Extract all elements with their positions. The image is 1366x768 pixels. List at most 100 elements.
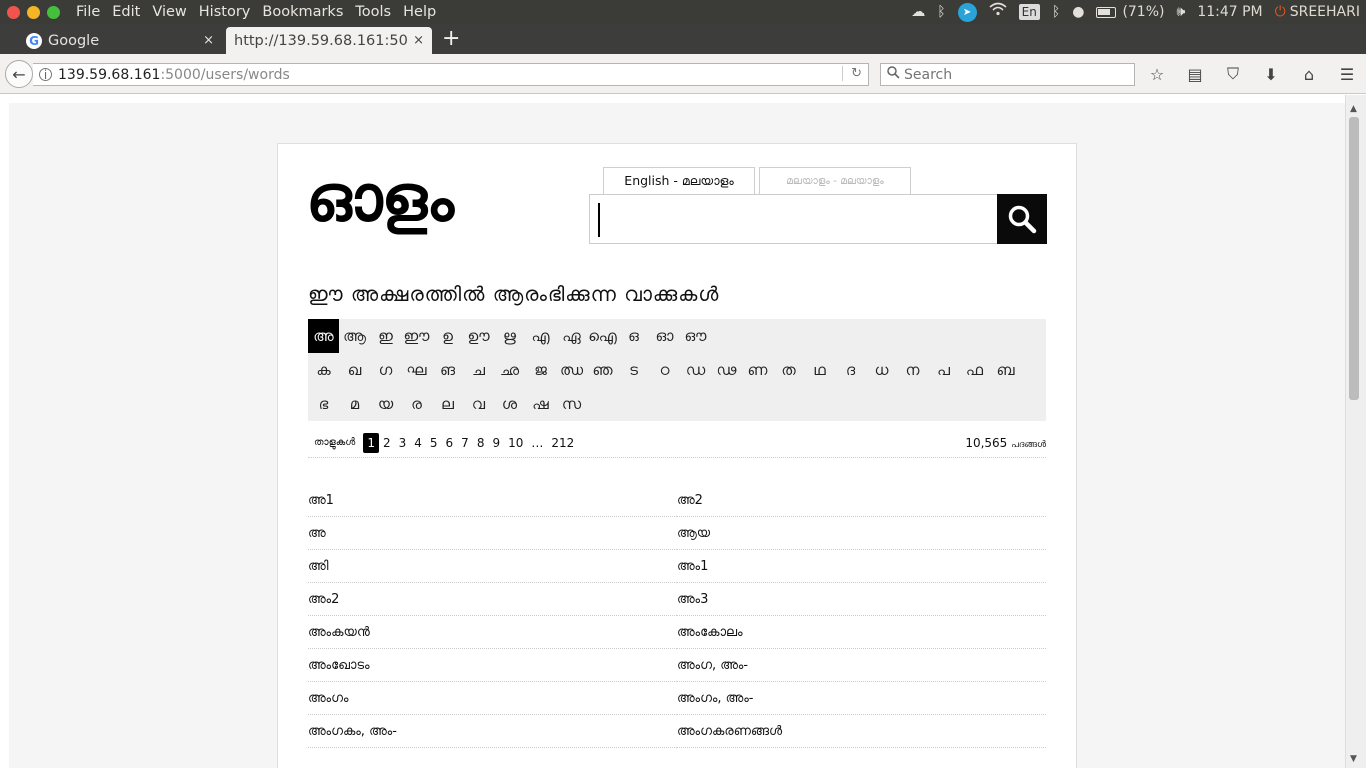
vertical-scrollbar[interactable]: ▲ ▼ bbox=[1345, 95, 1366, 768]
telegram-icon[interactable]: ➤ bbox=[957, 2, 977, 22]
alphabet-letter[interactable]: ഡ bbox=[680, 353, 711, 387]
tab-active-page[interactable]: http://139.59.68.161:5000 × bbox=[226, 27, 432, 54]
alphabet-letter[interactable]: ഠ bbox=[649, 353, 680, 387]
page-link[interactable]: 9 bbox=[488, 436, 504, 450]
alphabet-letter[interactable]: ഖ bbox=[339, 353, 370, 387]
alphabet-letter[interactable]: ഝ bbox=[556, 353, 587, 387]
alphabet-letter[interactable]: ഫ bbox=[959, 353, 990, 387]
word-link[interactable]: അംഗകരണങ്ങൾ bbox=[677, 715, 1046, 748]
alphabet-letter[interactable]: ഞ bbox=[587, 353, 618, 387]
site-logo[interactable]: ഓളം bbox=[306, 162, 454, 236]
alphabet-letter[interactable]: സ bbox=[556, 387, 587, 421]
alphabet-letter[interactable]: ഭ bbox=[308, 387, 339, 421]
alphabet-letter[interactable]: ഛ bbox=[494, 353, 525, 387]
alphabet-letter[interactable]: ണ bbox=[742, 353, 773, 387]
word-link[interactable]: അംഗം bbox=[308, 682, 677, 715]
alphabet-letter[interactable]: ഊ bbox=[463, 319, 494, 353]
wifi-icon[interactable] bbox=[989, 0, 1007, 24]
alphabet-letter[interactable]: അ bbox=[308, 319, 339, 353]
word-link[interactable]: അം2 bbox=[308, 583, 677, 616]
chat-icon[interactable]: ● bbox=[1072, 0, 1084, 24]
alphabet-letter[interactable]: ക bbox=[308, 353, 339, 387]
alphabet-letter[interactable]: ഓ bbox=[649, 319, 680, 353]
alphabet-letter[interactable]: ര bbox=[401, 387, 432, 421]
volume-icon[interactable]: 🕪 bbox=[1176, 0, 1185, 24]
alphabet-letter[interactable]: ദ bbox=[835, 353, 866, 387]
alphabet-letter[interactable]: ഇ bbox=[370, 319, 401, 353]
menu-bookmarks[interactable]: Bookmarks bbox=[256, 4, 349, 20]
alphabet-letter[interactable]: ത bbox=[773, 353, 804, 387]
scrollbar-thumb[interactable] bbox=[1349, 117, 1359, 400]
menu-file[interactable]: File bbox=[70, 4, 106, 20]
tab-english-malayalam[interactable]: English - മലയാളം bbox=[603, 167, 755, 194]
alphabet-letter[interactable]: ച bbox=[463, 353, 494, 387]
user-name[interactable]: SREEHARI bbox=[1290, 4, 1360, 20]
page-link[interactable]: 10 bbox=[504, 436, 527, 450]
alphabet-letter[interactable]: ന bbox=[897, 353, 928, 387]
alphabet-letter[interactable]: വ bbox=[463, 387, 494, 421]
downloads-icon[interactable]: ⬇ bbox=[1252, 65, 1290, 84]
alphabet-letter[interactable]: ല bbox=[432, 387, 463, 421]
alphabet-letter[interactable]: യ bbox=[370, 387, 401, 421]
battery-icon[interactable] bbox=[1096, 4, 1117, 20]
url-bar[interactable]: i 139.59.68.161:5000/users/words ↻ bbox=[33, 63, 869, 86]
alphabet-letter[interactable]: പ bbox=[928, 353, 959, 387]
alphabet-letter[interactable]: ഗ bbox=[370, 353, 401, 387]
search-button[interactable] bbox=[997, 194, 1047, 244]
alphabet-letter[interactable]: ധ bbox=[866, 353, 897, 387]
tab-close-icon[interactable]: × bbox=[203, 33, 214, 48]
hamburger-menu-icon[interactable]: ☰ bbox=[1328, 65, 1366, 84]
alphabet-letter[interactable]: ബ bbox=[990, 353, 1021, 387]
bookmark-star-icon[interactable]: ☆ bbox=[1138, 65, 1176, 84]
alphabet-letter[interactable]: ശ bbox=[494, 387, 525, 421]
bluetooth-status-icon[interactable]: ᛒ bbox=[1052, 0, 1060, 24]
menu-view[interactable]: View bbox=[146, 4, 192, 20]
alphabet-letter[interactable]: ഥ bbox=[804, 353, 835, 387]
cloud-icon[interactable]: ☁ bbox=[911, 0, 925, 24]
page-link[interactable]: 6 bbox=[442, 436, 458, 450]
page-link[interactable]: 2 bbox=[379, 436, 395, 450]
alphabet-letter[interactable]: ജ bbox=[525, 353, 556, 387]
word-link[interactable]: അംകയൻ bbox=[308, 616, 677, 649]
window-close-button[interactable] bbox=[7, 5, 20, 19]
word-link[interactable]: അംഗം, അം- bbox=[677, 682, 1046, 715]
power-icon[interactable]: ⏻ bbox=[1275, 4, 1286, 20]
alphabet-letter[interactable]: ഒ bbox=[618, 319, 649, 353]
new-tab-button[interactable]: + bbox=[442, 28, 460, 50]
word-link[interactable]: അ1 bbox=[308, 484, 677, 517]
pocket-icon[interactable]: ⛉ bbox=[1214, 64, 1252, 84]
menu-history[interactable]: History bbox=[193, 4, 257, 20]
alphabet-letter[interactable]: ഷ bbox=[525, 387, 556, 421]
alphabet-letter[interactable]: എ bbox=[525, 319, 556, 353]
scroll-down-icon[interactable]: ▼ bbox=[1350, 754, 1357, 764]
word-search-input[interactable] bbox=[598, 203, 988, 237]
page-link[interactable]: 5 bbox=[426, 436, 442, 450]
word-link[interactable]: അം3 bbox=[677, 583, 1046, 616]
word-link[interactable]: അ bbox=[308, 517, 677, 550]
alphabet-letter[interactable]: ഋ bbox=[494, 319, 525, 353]
clock[interactable]: 11:47 PM bbox=[1197, 4, 1262, 20]
alphabet-letter[interactable]: ഈ bbox=[401, 319, 432, 353]
alphabet-letter[interactable]: ട bbox=[618, 353, 649, 387]
alphabet-letter[interactable]: ഏ bbox=[556, 319, 587, 353]
reader-view-icon[interactable]: ▤ bbox=[1176, 65, 1214, 84]
reload-icon[interactable]: ↻ bbox=[842, 66, 862, 81]
window-minimize-button[interactable] bbox=[27, 5, 40, 19]
alphabet-letter[interactable]: ഘ bbox=[401, 353, 432, 387]
page-link[interactable]: 4 bbox=[410, 436, 426, 450]
word-link[interactable]: അി bbox=[308, 550, 677, 583]
browser-search-input[interactable] bbox=[904, 66, 1124, 83]
page-link[interactable]: 7 bbox=[457, 436, 473, 450]
page-link[interactable]: 8 bbox=[473, 436, 489, 450]
word-link[interactable]: അംഗകം, അം- bbox=[308, 715, 677, 748]
scroll-up-icon[interactable]: ▲ bbox=[1350, 104, 1357, 114]
alphabet-letter[interactable]: ഐ bbox=[587, 319, 618, 353]
page-link[interactable]: 212 bbox=[547, 436, 578, 450]
alphabet-letter[interactable]: മ bbox=[339, 387, 370, 421]
keyboard-layout-icon[interactable]: En bbox=[1018, 4, 1040, 20]
menu-tools[interactable]: Tools bbox=[349, 4, 397, 20]
browser-search-box[interactable] bbox=[880, 63, 1135, 86]
word-link[interactable]: അംഗ, അം- bbox=[677, 649, 1046, 682]
menu-edit[interactable]: Edit bbox=[106, 4, 146, 20]
word-link[interactable]: അംകോലം bbox=[677, 616, 1046, 649]
